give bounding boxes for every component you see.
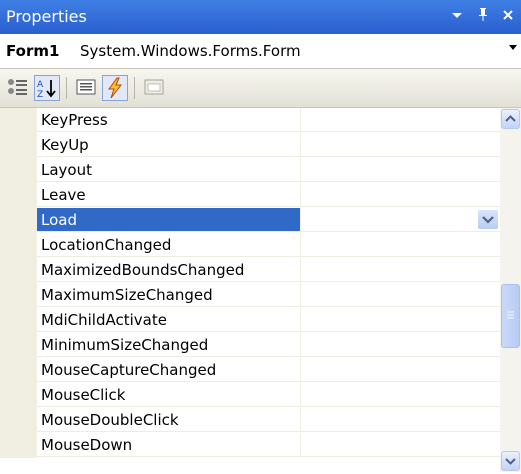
event-name[interactable]: MouseDown: [37, 433, 300, 457]
row-gutter: [0, 383, 37, 408]
event-name[interactable]: Load: [37, 208, 300, 232]
row-gutter: [0, 233, 37, 258]
event-handler-value[interactable]: [300, 283, 500, 307]
row-gutter: [0, 133, 37, 158]
properties-icon[interactable]: [74, 75, 100, 101]
event-handler-value[interactable]: [300, 108, 500, 132]
event-row[interactable]: Layout: [0, 158, 500, 183]
categorized-icon[interactable]: [6, 75, 32, 101]
window-title: Properties: [6, 7, 87, 26]
event-row[interactable]: MouseDoubleClick: [0, 408, 500, 433]
row-gutter: [0, 283, 37, 308]
toolbar-separator: [134, 77, 135, 99]
handler-dropdown-button[interactable]: [478, 210, 498, 229]
properties-toolbar: A Z: [0, 69, 521, 108]
event-name[interactable]: Layout: [37, 158, 300, 182]
row-gutter: [0, 158, 37, 183]
row-gutter: [0, 258, 37, 283]
event-row[interactable]: MouseDown: [0, 433, 500, 458]
event-name[interactable]: KeyUp: [37, 133, 300, 157]
event-handler-value[interactable]: [300, 383, 500, 407]
event-row[interactable]: MaximumSizeChanged: [0, 283, 500, 308]
event-row[interactable]: MdiChildActivate: [0, 308, 500, 333]
event-name[interactable]: MouseClick: [37, 383, 300, 407]
event-handler-value[interactable]: [300, 183, 500, 207]
event-name[interactable]: LocationChanged: [37, 233, 300, 257]
row-gutter: [0, 208, 37, 233]
event-handler-value[interactable]: [300, 308, 500, 332]
event-handler-value[interactable]: [300, 433, 500, 457]
event-handler-value[interactable]: [300, 233, 500, 257]
event-name[interactable]: MdiChildActivate: [37, 308, 300, 332]
event-name[interactable]: MouseDoubleClick: [37, 408, 300, 432]
dropdown-arrow-icon[interactable]: [509, 45, 517, 50]
events-icon[interactable]: [102, 75, 128, 101]
event-row[interactable]: Load: [0, 208, 500, 233]
object-type: System.Windows.Forms.Form: [80, 42, 301, 60]
row-gutter: [0, 108, 37, 133]
event-grid: KeyPress KeyUp Layout Leave Load LocationChan…: [0, 108, 500, 472]
row-gutter: [0, 183, 37, 208]
event-row[interactable]: LocationChanged: [0, 233, 500, 258]
event-handler-value[interactable]: [300, 258, 500, 282]
event-handler-value[interactable]: [300, 333, 500, 357]
toolbar-separator: [66, 77, 67, 99]
event-name[interactable]: MaximumSizeChanged: [37, 283, 300, 307]
event-row[interactable]: Leave: [0, 183, 500, 208]
properties-window: Properties Form1 System.Windows.Forms.Fo…: [0, 0, 521, 472]
event-name[interactable]: MinimumSizeChanged: [37, 333, 300, 357]
scroll-thumb[interactable]: [501, 284, 520, 348]
event-handler-value[interactable]: [300, 208, 500, 232]
event-name[interactable]: Leave: [37, 183, 300, 207]
object-name: Form1: [6, 42, 60, 60]
chevron-down-icon: [482, 216, 494, 224]
event-row[interactable]: MaximizedBoundsChanged: [0, 258, 500, 283]
event-row[interactable]: KeyUp: [0, 133, 500, 158]
event-row[interactable]: MouseCaptureChanged: [0, 358, 500, 383]
event-row[interactable]: MouseClick: [0, 383, 500, 408]
event-name[interactable]: MouseCaptureChanged: [37, 358, 300, 382]
scroll-up-button[interactable]: [501, 109, 520, 129]
event-handler-value[interactable]: [300, 133, 500, 157]
event-name[interactable]: MaximizedBoundsChanged: [37, 258, 300, 282]
row-gutter: [0, 358, 37, 383]
event-name[interactable]: KeyPress: [37, 108, 300, 132]
scroll-down-button[interactable]: [501, 451, 520, 471]
event-handler-value[interactable]: [300, 358, 500, 382]
vertical-scrollbar[interactable]: [500, 108, 521, 472]
row-gutter: [0, 308, 37, 333]
svg-text:A: A: [37, 80, 44, 90]
title-bar[interactable]: Properties: [0, 0, 521, 34]
close-icon[interactable]: [497, 6, 519, 28]
event-row[interactable]: KeyPress: [0, 108, 500, 133]
row-gutter: [0, 408, 37, 433]
event-row[interactable]: MinimumSizeChanged: [0, 333, 500, 358]
chevron-down-icon[interactable]: [446, 6, 468, 28]
alphabetical-icon[interactable]: A Z: [34, 75, 60, 101]
row-gutter: [0, 333, 37, 358]
object-selector[interactable]: Form1 System.Windows.Forms.Form: [0, 34, 521, 69]
row-gutter: [0, 433, 37, 458]
event-handler-value[interactable]: [300, 158, 500, 182]
pin-icon[interactable]: [472, 6, 494, 28]
event-handler-value[interactable]: [300, 408, 500, 432]
svg-text:Z: Z: [37, 90, 43, 100]
property-pages-icon[interactable]: [142, 75, 168, 101]
